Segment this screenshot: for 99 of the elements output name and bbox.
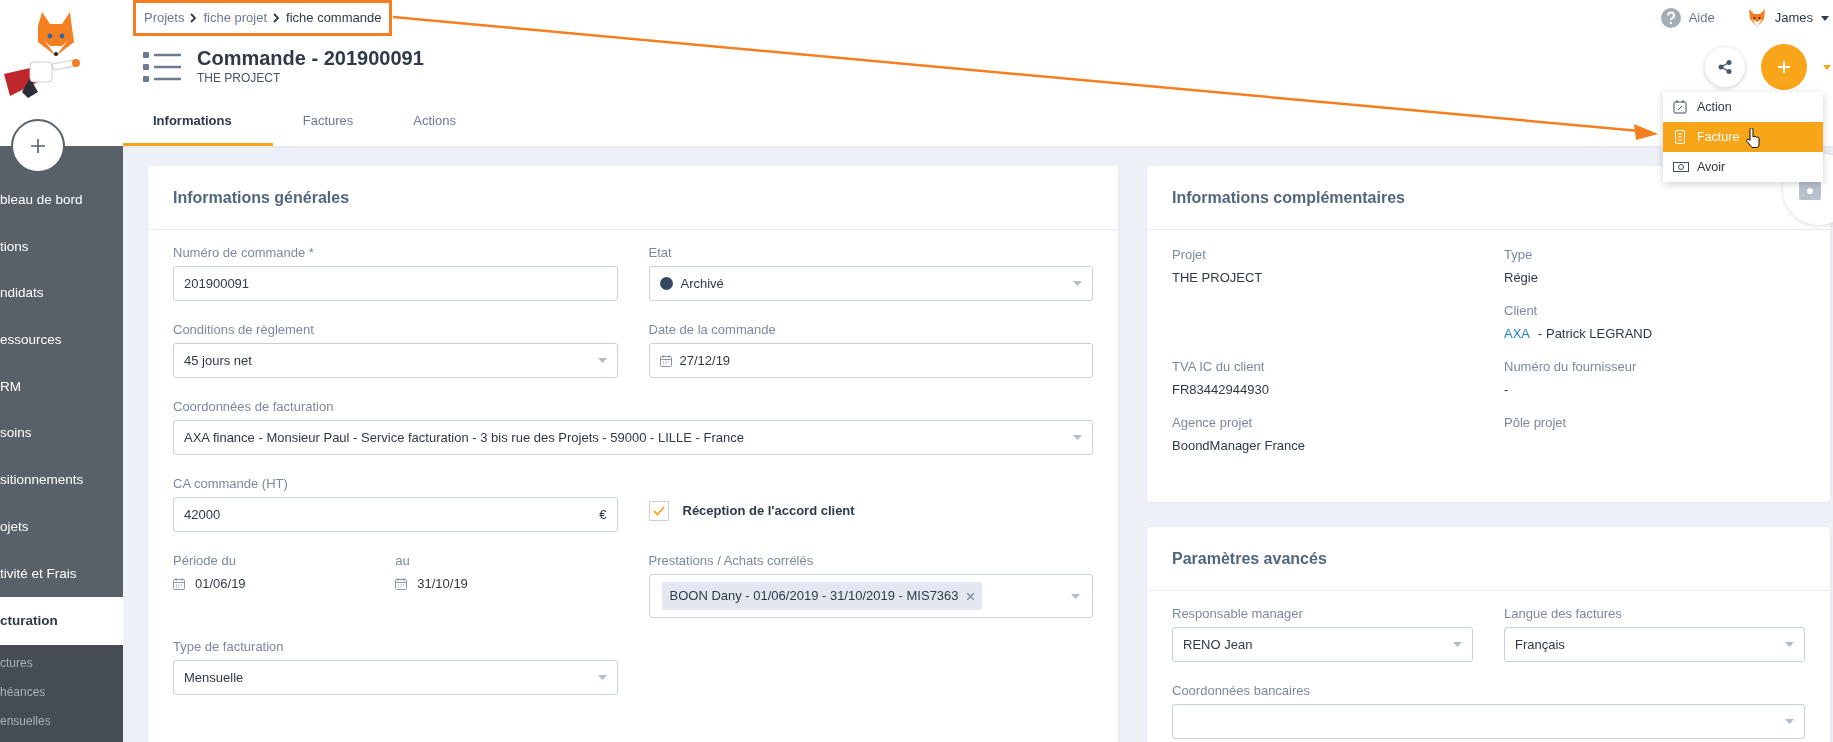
close-icon[interactable] (966, 592, 974, 600)
share-button[interactable] (1705, 47, 1745, 87)
field-label: Prestations / Achats corrélés (648, 552, 815, 570)
breadcrumb-link[interactable]: fiche projet (203, 8, 268, 28)
info-value: - Patrick LEGRAND (1538, 325, 1653, 343)
dropdown-caret-icon (1071, 593, 1080, 599)
info-label: TVA IC du client (1172, 358, 1266, 376)
select-field[interactable]: Mensuelle (173, 660, 618, 695)
info-label: Client (1504, 302, 1539, 320)
info-value: - (1504, 381, 1510, 399)
field-label: Type de facturation (173, 638, 285, 656)
sidebar-item[interactable]: sitionnements (0, 457, 123, 504)
field-label: Responsable manager (1172, 605, 1304, 623)
tab[interactable]: Actions (383, 98, 486, 146)
chevron-right-icon (273, 13, 281, 23)
dropdown-caret-icon (1785, 719, 1794, 724)
breadcrumb-link[interactable]: Projets (144, 8, 185, 28)
select-field[interactable]: AXA finance - Monsieur Paul - Service facturation - 3 bis rue des Projets - 59000 - LILLE - France (173, 420, 1093, 455)
calendar-icon (659, 354, 672, 367)
info-value: FR83442944930 (1172, 381, 1270, 399)
info-value: BoondManager France (1172, 437, 1306, 455)
menu-item[interactable]: Action (1663, 92, 1823, 122)
field-label: CA commande (HT) (173, 475, 289, 493)
date-field[interactable]: 31/10/19 (395, 574, 618, 594)
dropdown-caret-icon (597, 675, 607, 680)
list-icon (143, 50, 181, 84)
select-field[interactable]: Français (1504, 627, 1805, 662)
checkbox-label: Réception de l'accord client (682, 502, 855, 521)
field-label: Conditions de règlement (173, 321, 315, 339)
input-field[interactable]: 42000 € (173, 497, 618, 532)
sidebar-item[interactable]: essources (0, 317, 123, 364)
caret-icon (1823, 64, 1831, 70)
card-title: Informations complémentaires (1172, 187, 1405, 208)
field-label: Numéro de commande * (173, 244, 315, 262)
select-field[interactable]: RENO Jean (1172, 627, 1473, 662)
sidebar-item[interactable]: ojets (0, 503, 123, 551)
tab[interactable]: Factures (272, 98, 384, 146)
multi-select-field[interactable]: BOON Dany - 01/06/2019 - 31/10/2019 - MIS7363 (648, 574, 1093, 618)
info-label: Pôle projet (1504, 414, 1568, 432)
sidebar-item[interactable]: bleau de bord (0, 177, 123, 224)
help-icon (1660, 8, 1681, 28)
sidebar-subitem[interactable]: ensuelles (0, 707, 123, 737)
field-label: Coordonnées bancaires (1172, 682, 1312, 700)
sidebar-item[interactable]: ndidats (0, 270, 123, 318)
help-link[interactable]: Aide (1688, 8, 1715, 28)
info-label: Projet (1172, 246, 1207, 264)
select-field[interactable] (1172, 704, 1805, 739)
plus-icon (1778, 61, 1790, 73)
dropdown-caret-icon (1073, 281, 1082, 286)
caret-icon (1821, 15, 1829, 21)
sidebar-subitem[interactable]: héances (0, 678, 123, 708)
field-label: Période du (173, 552, 237, 570)
calendar-icon (395, 578, 408, 590)
client-link[interactable]: AXA (1504, 324, 1530, 344)
tab[interactable]: Informations (123, 98, 273, 146)
page-subtitle: THE PROJECT (197, 70, 282, 87)
currency-label: € (599, 505, 607, 524)
check-icon (652, 506, 665, 516)
info-label: Type (1504, 246, 1534, 264)
sidebar-item[interactable]: tivité et Frais (0, 550, 123, 598)
card-title: Paramètres avancés (1172, 548, 1327, 569)
card-title: Informations générales (173, 187, 350, 208)
field-label: Date de la commande (648, 321, 777, 339)
dropdown-caret-icon (1453, 642, 1462, 647)
sidebar-item[interactable]: soins (0, 410, 123, 458)
field-label: Langue des factures (1504, 605, 1623, 623)
user-menu[interactable]: James (1774, 8, 1829, 28)
sidebar-item[interactable]: cturation (0, 597, 123, 646)
dropdown-caret-icon (597, 358, 607, 363)
fox-avatar-icon (1746, 8, 1767, 28)
sidebar-item[interactable]: RM (0, 363, 123, 411)
menu-item[interactable]: Avoir (1663, 152, 1823, 182)
tag-chip[interactable]: BOON Dany - 01/06/2019 - 31/10/2019 - MIS7363 (661, 582, 982, 610)
date-field[interactable]: 01/06/19 (173, 574, 396, 594)
page-title: Commande - 201900091 (197, 47, 424, 69)
info-label: Agence projet (1172, 414, 1254, 432)
dropdown-caret-icon (1785, 642, 1794, 647)
calendar-edit-icon (1673, 100, 1689, 114)
date-field[interactable]: 27/12/19 (648, 343, 1093, 378)
banknote-icon (1673, 160, 1689, 174)
field-label: au (395, 552, 411, 570)
hand-cursor-icon (1745, 128, 1761, 148)
chevron-right-icon (190, 13, 198, 23)
info-label: Numéro du fournisseur (1504, 358, 1638, 376)
input-field[interactable]: 201900091 (173, 266, 618, 301)
sidebar-subitem[interactable]: ctures (0, 649, 123, 679)
calendar-icon (173, 578, 185, 590)
info-value: Régie (1504, 269, 1539, 287)
field-label: Etat (648, 244, 673, 262)
select-field[interactable]: Archivé (648, 266, 1093, 301)
info-value: THE PROJECT (1172, 269, 1264, 287)
field-label: Coordonnées de facturation (173, 398, 335, 416)
select-field[interactable]: 45 jours net (173, 343, 618, 378)
breadcrumb-link[interactable]: fiche commande (286, 8, 382, 28)
sidebar-item[interactable]: tions (0, 223, 123, 271)
share-icon (1718, 60, 1732, 74)
dropdown-caret-icon (1073, 435, 1082, 440)
plus-icon (30, 138, 46, 154)
checkbox[interactable] (648, 501, 669, 521)
